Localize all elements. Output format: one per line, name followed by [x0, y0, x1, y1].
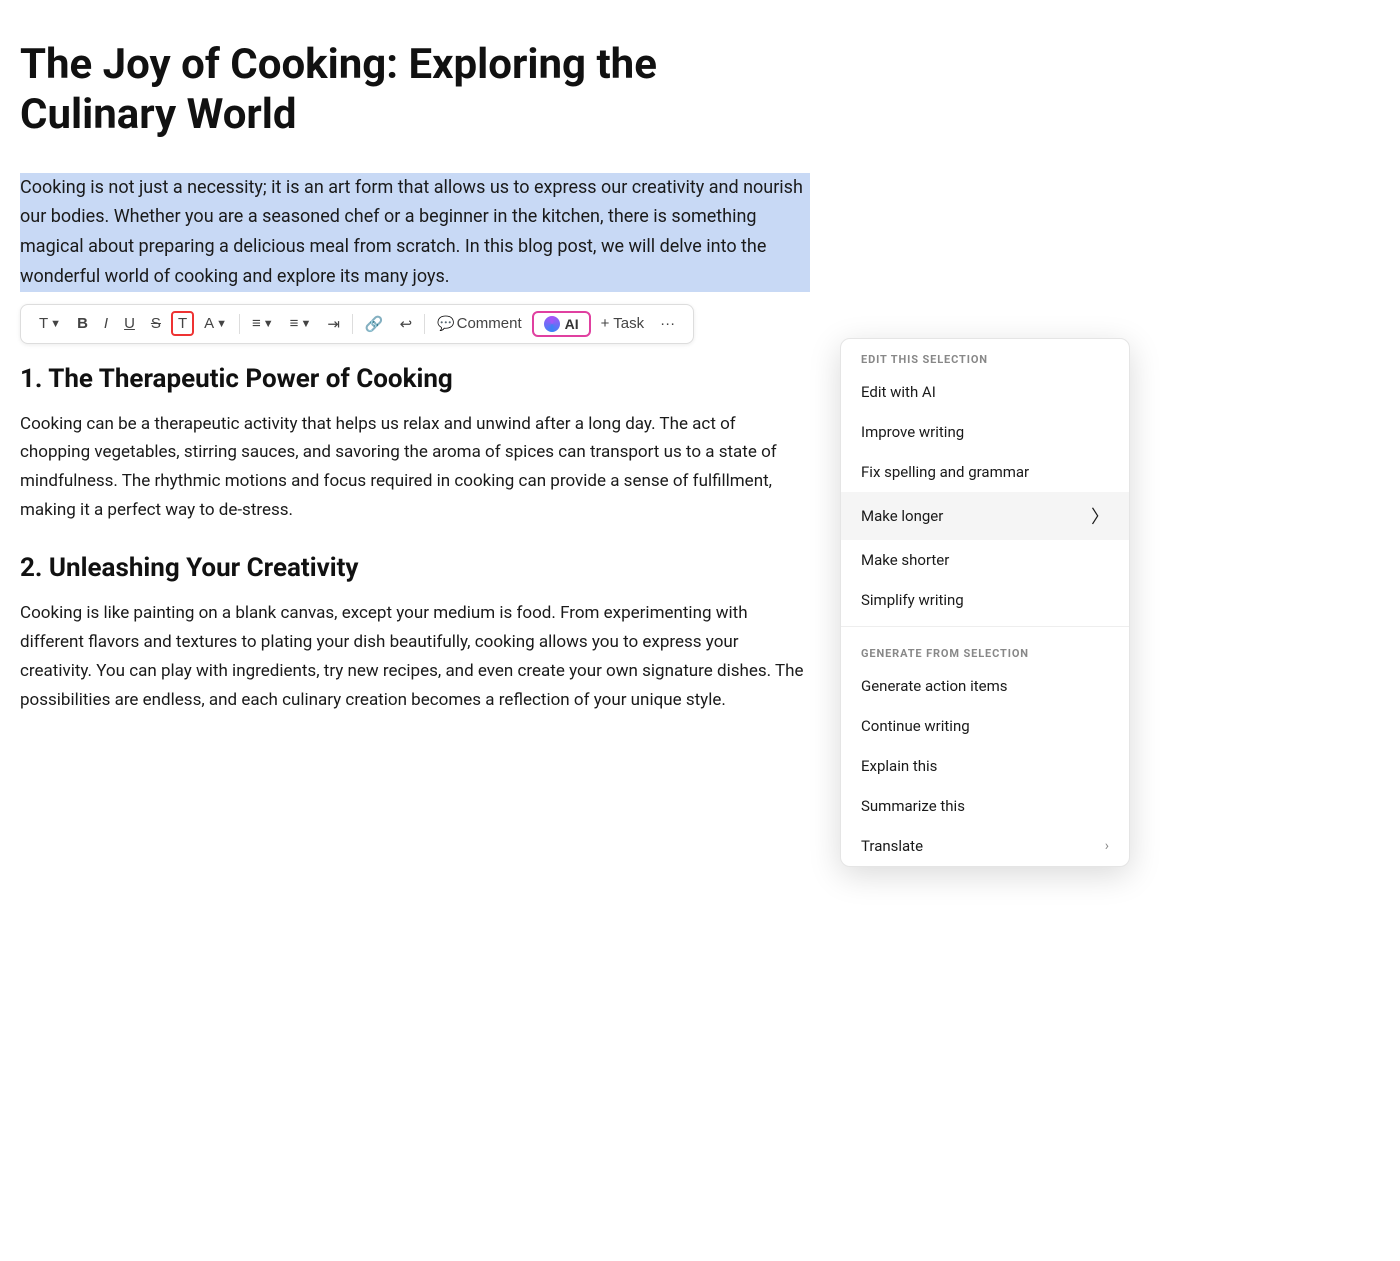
selected-paragraph: Cooking is not just a necessity; it is a… [20, 173, 810, 292]
text-format-button[interactable]: T ▼ [33, 311, 67, 336]
italic-button[interactable]: I [98, 311, 114, 336]
continue-writing-item[interactable]: Continue writing [841, 706, 1129, 746]
undo-button[interactable]: ↩ [394, 311, 419, 337]
fix-spelling-item[interactable]: Fix spelling and grammar [841, 452, 1129, 492]
explain-this-item[interactable]: Explain this [841, 746, 1129, 786]
ai-dropdown-menu: EDIT THIS SELECTION Edit with AI Improve… [840, 338, 1130, 867]
color-button[interactable]: T [171, 311, 194, 336]
improve-writing-item[interactable]: Improve writing [841, 412, 1129, 452]
cursor-icon: 〉 [1091, 503, 1109, 529]
ai-button[interactable]: AI [532, 311, 591, 337]
section1-body: Cooking can be a therapeutic activity th… [20, 410, 810, 526]
more-options-button[interactable]: ··· [654, 311, 681, 336]
underline-button[interactable]: U [118, 311, 141, 336]
indent-button[interactable]: ⇥ [321, 311, 346, 337]
task-button[interactable]: + Task [595, 311, 651, 336]
toolbar-divider-2 [352, 314, 353, 334]
chevron-right-icon: › [1105, 838, 1109, 854]
toolbar-divider-1 [239, 314, 240, 334]
generate-section-label: GENERATE FROM SELECTION [841, 633, 1129, 666]
make-shorter-item[interactable]: Make shorter [841, 540, 1129, 580]
section2-body: Cooking is like painting on a blank canv… [20, 599, 810, 715]
generate-action-items-item[interactable]: Generate action items [841, 666, 1129, 706]
summarize-this-item[interactable]: Summarize this [841, 786, 1129, 826]
strikethrough-button[interactable]: S [145, 311, 167, 336]
section2-heading: 2. Unleashing Your Creativity [20, 553, 810, 583]
bold-button[interactable]: B [71, 311, 94, 336]
font-color-button[interactable]: A ▼ [198, 311, 233, 336]
link-button[interactable]: 🔗 [359, 311, 390, 337]
section1-heading: 1. The Therapeutic Power of Cooking [20, 364, 810, 394]
edit-section-label: EDIT THIS SELECTION [841, 339, 1129, 372]
dropdown-divider [841, 626, 1129, 627]
ai-icon [544, 316, 560, 332]
make-longer-item[interactable]: Make longer 〉 [841, 492, 1129, 540]
list-button[interactable]: ≡ ▼ [284, 311, 318, 336]
align-button[interactable]: ≡ ▼ [246, 311, 280, 336]
toolbar-divider-3 [424, 314, 425, 334]
formatting-toolbar: T ▼ B I U S T A ▼ ≡ [20, 304, 694, 344]
comment-button[interactable]: 💬 Comment [431, 311, 527, 336]
edit-with-ai-item[interactable]: Edit with AI [841, 372, 1129, 412]
translate-item[interactable]: Translate › [841, 826, 1129, 866]
document-title: The Joy of Cooking: Exploring the Culina… [20, 40, 810, 141]
simplify-writing-item[interactable]: Simplify writing [841, 580, 1129, 620]
